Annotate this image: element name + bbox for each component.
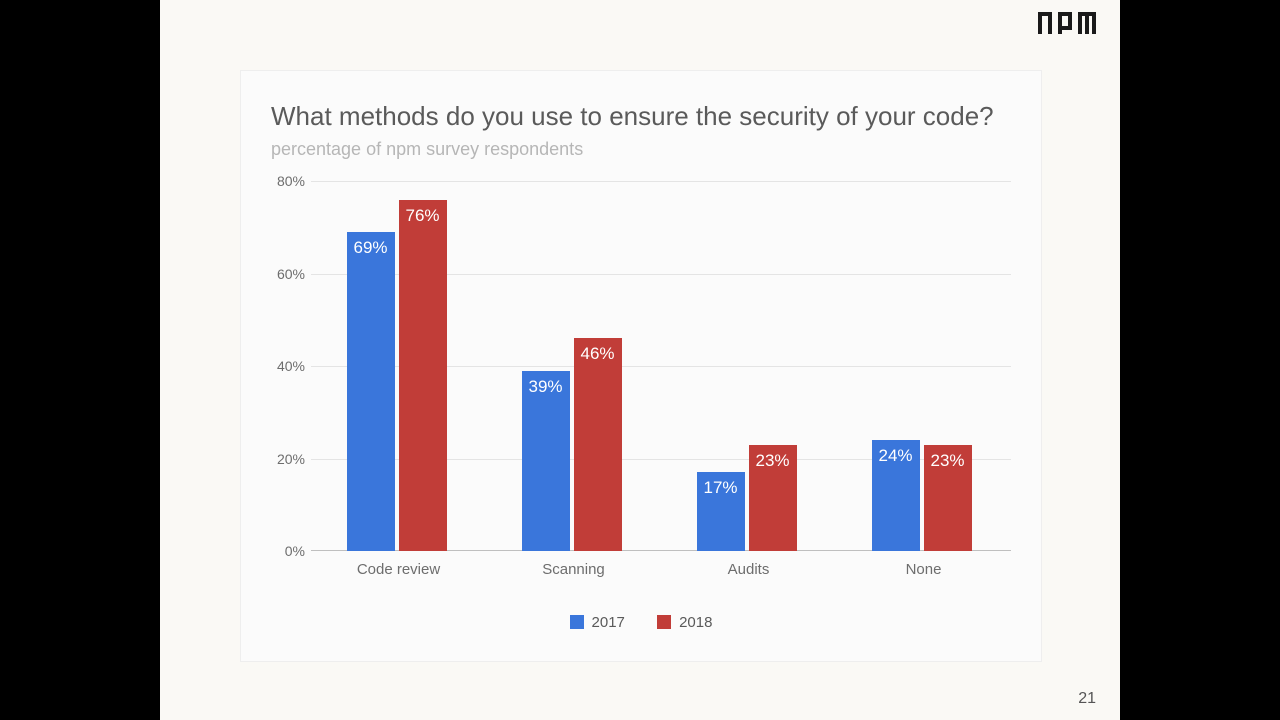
page-number: 21 xyxy=(1078,690,1096,708)
x-tick-label: Code review xyxy=(339,561,459,578)
x-tick-label: Audits xyxy=(689,561,809,578)
bar-2018: 23% xyxy=(924,445,972,551)
y-tick-label: 60% xyxy=(265,266,305,282)
bar-value-label: 76% xyxy=(399,206,447,226)
slide: 21 What methods do you use to ensure the… xyxy=(160,0,1120,720)
x-tick-label: Scanning xyxy=(514,561,634,578)
bar-value-label: 46% xyxy=(574,344,622,364)
chart-plot-area: 0%20%40%60%80%69%76%Code review39%46%Sca… xyxy=(311,181,1011,551)
npm-logo xyxy=(1038,12,1096,34)
bar-2018: 23% xyxy=(749,445,797,551)
bar-2017: 39% xyxy=(522,371,570,551)
chart-card: What methods do you use to ensure the se… xyxy=(240,70,1042,662)
bar-2017: 69% xyxy=(347,232,395,551)
legend-item-2017: 2017 xyxy=(570,614,625,631)
y-tick-label: 40% xyxy=(265,358,305,374)
bar-value-label: 23% xyxy=(924,451,972,471)
x-tick-label: None xyxy=(864,561,984,578)
bar-2018: 76% xyxy=(399,200,447,552)
y-tick-label: 80% xyxy=(265,173,305,189)
bar-value-label: 39% xyxy=(522,377,570,397)
bar-2017: 17% xyxy=(697,472,745,551)
legend-swatch-2017 xyxy=(570,615,584,629)
legend-swatch-2018 xyxy=(657,615,671,629)
chart-legend: 2017 2018 xyxy=(241,614,1041,634)
legend-item-2018: 2018 xyxy=(657,614,712,631)
bar-value-label: 69% xyxy=(347,238,395,258)
bar-value-label: 24% xyxy=(872,446,920,466)
bar-2017: 24% xyxy=(872,440,920,551)
bar-2018: 46% xyxy=(574,338,622,551)
chart-subtitle: percentage of npm survey respondents xyxy=(271,139,583,160)
y-tick-label: 20% xyxy=(265,451,305,467)
grid-line xyxy=(311,181,1011,182)
y-tick-label: 0% xyxy=(265,543,305,559)
legend-label-2018: 2018 xyxy=(679,614,712,631)
bar-value-label: 23% xyxy=(749,451,797,471)
chart-title: What methods do you use to ensure the se… xyxy=(271,101,994,132)
legend-label-2017: 2017 xyxy=(592,614,625,631)
bar-value-label: 17% xyxy=(697,478,745,498)
